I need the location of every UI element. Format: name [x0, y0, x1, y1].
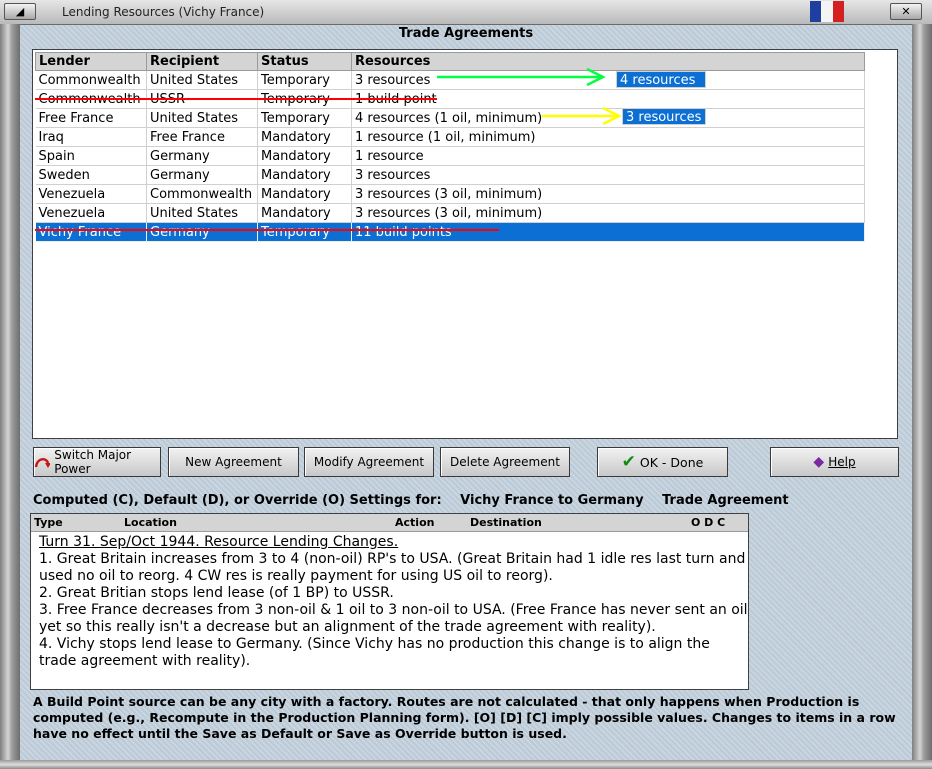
green-arrow-icon	[437, 67, 606, 87]
notes-header-location: Location	[124, 516, 177, 529]
cell-status: Mandatory	[257, 127, 352, 147]
table-row[interactable]: Spain Germany Mandatory 1 resource	[35, 146, 865, 166]
switch-arrow-icon	[34, 458, 51, 468]
frame-bottom	[0, 760, 932, 769]
new-agreement-button[interactable]: New Agreement	[168, 447, 299, 477]
cell-resources: 3 resources (3 oil, minimum)	[351, 203, 865, 223]
lending-resources-window: ◢ Lending Resources (Vichy France) ✕ Tra…	[0, 0, 932, 769]
notes-line-4: 4. Vichy stops lend lease to Germany. (S…	[39, 636, 710, 669]
cell-recipient: United States	[146, 108, 258, 128]
cell-status: Temporary	[257, 70, 352, 90]
settings-target: Vichy France to Germany	[460, 493, 644, 508]
strike-row-vichy-germany	[35, 229, 499, 231]
cell-status: Mandatory	[257, 146, 352, 166]
notes-header-action: Action	[395, 516, 435, 529]
frame-left	[0, 24, 20, 769]
strike-row-commonwealth-ussr	[35, 98, 437, 100]
delete-agreement-button[interactable]: Delete Agreement	[440, 447, 570, 477]
notes-header: Type Location Action Destination O D C	[31, 514, 748, 532]
cell-resources: 3 resources (3 oil, minimum)	[351, 184, 865, 204]
yellow-arrow-icon	[542, 106, 622, 126]
settings-label: Computed (C), Default (D), or Override (…	[33, 493, 803, 508]
frame-right	[912, 24, 932, 769]
ok-done-label: OK - Done	[639, 454, 704, 470]
notes-line-3: 3. Free France decreases from 3 non-oil …	[39, 602, 748, 635]
section-title: Trade Agreements	[398, 26, 534, 41]
table-row[interactable]: Free France United States Temporary 4 resou…	[35, 108, 865, 128]
cell-lender: Sweden	[35, 165, 147, 185]
settings-notes-panel[interactable]: Type Location Action Destination O D C T…	[30, 513, 749, 690]
cell-lender: Venezuela	[35, 203, 147, 223]
cell-recipient: Germany	[146, 146, 258, 166]
footer-help-text: A Build Point source can be any city wit…	[33, 694, 896, 741]
notes-line-heading: Turn 31. Sep/Oct 1944. Resource Lending …	[39, 534, 399, 550]
column-header-lender[interactable]: Lender	[35, 52, 147, 71]
settings-label-text: Computed (C), Default (D), or Override (…	[33, 493, 442, 508]
cell-resources: 11 build points	[351, 222, 865, 242]
edit-box-free-france-resources[interactable]: 3 resources	[622, 108, 706, 125]
system-menu-button[interactable]: ◢	[4, 3, 36, 20]
cell-recipient: Commonwealth	[146, 184, 258, 204]
cell-lender: Venezuela	[35, 184, 147, 204]
notes-line-2: 2. Great Britian stops lend lease (of 1 …	[39, 585, 394, 601]
column-header-status[interactable]: Status	[257, 52, 352, 71]
cell-resources: 3 resources	[351, 70, 865, 90]
cell-status: Mandatory	[257, 184, 352, 204]
cell-lender: Commonwealth	[35, 70, 147, 90]
modify-agreement-button[interactable]: Modify Agreement	[304, 447, 434, 477]
notes-line-1: 1. Great Britain increases from 3 to 4 (…	[39, 551, 746, 584]
column-header-resources[interactable]: Resources	[351, 52, 865, 71]
table-row[interactable]: Iraq Free France Mandatory 1 resource (1 oi…	[35, 127, 865, 147]
cell-status: Mandatory	[257, 203, 352, 223]
cell-resources: 1 resource	[351, 146, 865, 166]
notes-header-destination: Destination	[470, 516, 542, 529]
table-row[interactable]: Sweden Germany Mandatory 3 resources	[35, 165, 865, 185]
notes-header-odc: O D C	[691, 516, 726, 529]
help-button[interactable]: ◆ Help	[770, 447, 899, 477]
close-button[interactable]: ✕	[890, 3, 922, 20]
cell-status: Mandatory	[257, 165, 352, 185]
cell-resources: 1 resource (1 oil, minimum)	[351, 127, 865, 147]
table-row[interactable]: Venezuela Commonwealth Mandatory 3 resource…	[35, 184, 865, 204]
cell-resources: 3 resources	[351, 165, 865, 185]
cell-status: Temporary	[257, 108, 352, 128]
cell-recipient: Germany	[146, 165, 258, 185]
trade-agreements-grid[interactable]: Lender Recipient Status Resources Common…	[32, 49, 898, 439]
column-header-recipient[interactable]: Recipient	[146, 52, 258, 71]
cell-status: Temporary	[257, 222, 352, 242]
switch-major-power-label: Switch Major Power	[54, 448, 132, 476]
cell-lender: Spain	[35, 146, 147, 166]
cell-recipient: Free France	[146, 127, 258, 147]
delete-agreement-label: Delete Agreement	[450, 455, 560, 469]
notes-header-type: Type	[34, 516, 63, 529]
cell-recipient: Germany	[146, 222, 258, 242]
edit-box-commonwealth-resources[interactable]: 4 resources	[616, 71, 706, 88]
cell-recipient: United States	[146, 203, 258, 223]
cell-lender: Iraq	[35, 127, 147, 147]
checkmark-icon: ✔	[621, 452, 636, 472]
close-icon: ✕	[901, 5, 911, 18]
window-title: Lending Resources (Vichy France)	[62, 5, 265, 19]
modify-agreement-label: Modify Agreement	[313, 455, 425, 469]
title-bar: ◢ Lending Resources (Vichy France) ✕	[0, 0, 932, 25]
window-menu-icon: ◢	[15, 5, 25, 18]
cell-lender: Free France	[35, 108, 147, 128]
switch-major-power-button[interactable]: Switch Major Power	[33, 447, 161, 477]
table-row[interactable]: Vichy France Germany Temporary 11 build poi…	[35, 222, 865, 242]
help-book-icon: ◆	[813, 454, 825, 470]
new-agreement-label: New Agreement	[185, 455, 282, 469]
cell-lender: Vichy France	[35, 222, 147, 242]
ok-done-button[interactable]: ✔ OK - Done	[597, 447, 728, 477]
table-row[interactable]: Venezuela United States Mandatory 3 resourc…	[35, 203, 865, 223]
help-label: Help	[828, 455, 856, 469]
notes-body: Turn 31. Sep/Oct 1944. Resource Lending …	[31, 532, 748, 670]
cell-recipient: United States	[146, 70, 258, 90]
settings-kind: Trade Agreement	[662, 493, 789, 508]
vichy-france-flag-icon	[810, 1, 844, 22]
